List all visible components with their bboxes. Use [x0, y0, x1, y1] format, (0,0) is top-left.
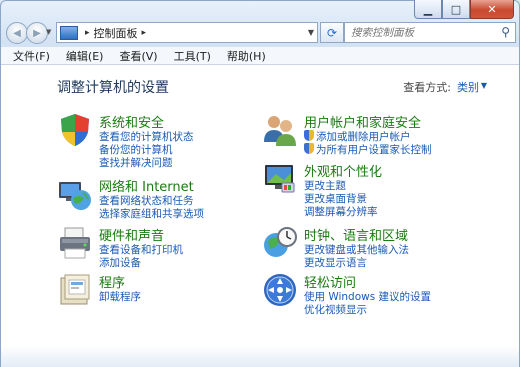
link-parental-controls[interactable]: 为所有用户设置家长控制 — [304, 142, 432, 157]
users-icon[interactable] — [262, 112, 298, 148]
shield-icon[interactable] — [57, 112, 93, 148]
ease-of-access-icon[interactable] — [262, 272, 298, 308]
menu-edit[interactable]: 编辑(E) — [66, 48, 104, 64]
menu-file[interactable]: 文件(F) — [13, 48, 50, 64]
maximize-button[interactable]: □ — [442, 0, 470, 19]
breadcrumb-separator-icon[interactable]: ▸ — [142, 28, 147, 38]
menu-help[interactable]: 帮助(H) — [227, 48, 266, 64]
printer-icon[interactable] — [57, 225, 93, 261]
clock-globe-icon[interactable] — [262, 225, 298, 261]
minimize-button[interactable]: ▁ — [414, 0, 442, 19]
category-clock-language-region: 时钟、语言和区域 更改键盘或其他输入法 更改显示语言 — [262, 225, 462, 275]
close-button[interactable]: ✕ — [470, 0, 514, 19]
uac-shield-icon — [304, 143, 314, 154]
view-by-label: 查看方式: — [403, 81, 451, 94]
view-by-dropdown[interactable]: 类别 — [457, 79, 479, 95]
network-globe-icon[interactable] — [57, 176, 93, 212]
refresh-button[interactable]: ⟳ — [320, 22, 344, 43]
category-ease-of-access: 轻松访问 使用 Windows 建议的设置 优化视频显示 — [262, 272, 462, 322]
bottom-fade — [1, 345, 519, 367]
link-text: 为所有用户设置家长控制 — [316, 144, 432, 156]
programs-icon[interactable] — [57, 272, 93, 308]
search-box: ⚲ — [344, 22, 516, 43]
search-icon[interactable]: ⚲ — [501, 25, 510, 39]
close-icon: ✕ — [487, 2, 497, 16]
search-input[interactable] — [349, 25, 493, 40]
uac-shield-icon — [304, 130, 314, 141]
category-network-internet: 网络和 Internet 查看网络状态和任务 选择家庭组和共享选项 — [57, 176, 257, 226]
link-uninstall-program[interactable]: 卸载程序 — [99, 289, 141, 304]
menu-tools[interactable]: 工具(T) — [174, 48, 211, 64]
control-panel-icon — [60, 25, 78, 40]
address-bar[interactable]: ▸ 控制面板 ▸ ▼ — [56, 22, 318, 43]
link-troubleshoot[interactable]: 查找并解决问题 — [99, 155, 173, 170]
navigation-bar: ◀ ▶ ▼ ▸ 控制面板 ▸ ▼ ⟳ ⚲ — [0, 20, 520, 46]
maximize-icon: □ — [450, 2, 462, 16]
page-title: 调整计算机的设置 — [57, 80, 169, 96]
appearance-icon[interactable] — [262, 161, 298, 197]
menu-view[interactable]: 查看(V) — [119, 48, 157, 64]
link-optimize-video-display[interactable]: 优化视频显示 — [304, 302, 367, 317]
minimize-icon: ▁ — [423, 2, 433, 16]
link-adjust-resolution[interactable]: 调整屏幕分辨率 — [304, 204, 378, 219]
category-programs: 程序 卸载程序 — [57, 272, 257, 322]
back-arrow-icon: ◀ — [13, 27, 21, 39]
content-pane: 调整计算机的设置 查看方式: 类别 ▼ 系统和安全 查看您的计算机状态 备份您的… — [1, 65, 519, 367]
category-appearance: 外观和个性化 更改主题 更改桌面背景 调整屏幕分辨率 — [262, 161, 462, 218]
breadcrumb-control-panel[interactable]: 控制面板 — [94, 25, 138, 41]
window: ▁ □ ✕ ◀ ▶ ▼ ▸ 控制面板 ▸ ▼ ⟳ ⚲ 文件(F) 编辑(E) 查… — [0, 0, 520, 367]
category-hardware-sound: 硬件和声音 查看设备和打印机 添加设备 — [57, 225, 257, 275]
view-by-dropdown-icon[interactable]: ▼ — [481, 81, 487, 90]
link-add-device[interactable]: 添加设备 — [99, 255, 141, 270]
breadcrumb-separator-icon[interactable]: ▸ — [85, 28, 90, 38]
forward-button[interactable]: ▶ — [26, 22, 48, 44]
link-homegroup-sharing[interactable]: 选择家庭组和共享选项 — [99, 206, 204, 221]
window-controls: ▁ □ ✕ — [414, 0, 514, 19]
refresh-icon: ⟳ — [326, 25, 338, 40]
category-user-accounts: 用户帐户和家庭安全 添加或删除用户帐户 为所有用户设置家长控制 — [262, 112, 462, 162]
recent-pages-dropdown-icon[interactable]: ▼ — [46, 28, 51, 36]
address-dropdown-icon[interactable]: ▼ — [308, 28, 314, 37]
back-button[interactable]: ◀ — [6, 22, 28, 44]
link-change-display-language[interactable]: 更改显示语言 — [304, 255, 367, 270]
menu-bar: 文件(F) 编辑(E) 查看(V) 工具(T) 帮助(H) — [1, 47, 519, 65]
forward-arrow-icon: ▶ — [33, 27, 41, 39]
category-system-security: 系统和安全 查看您的计算机状态 备份您的计算机 查找并解决问题 — [57, 112, 257, 169]
